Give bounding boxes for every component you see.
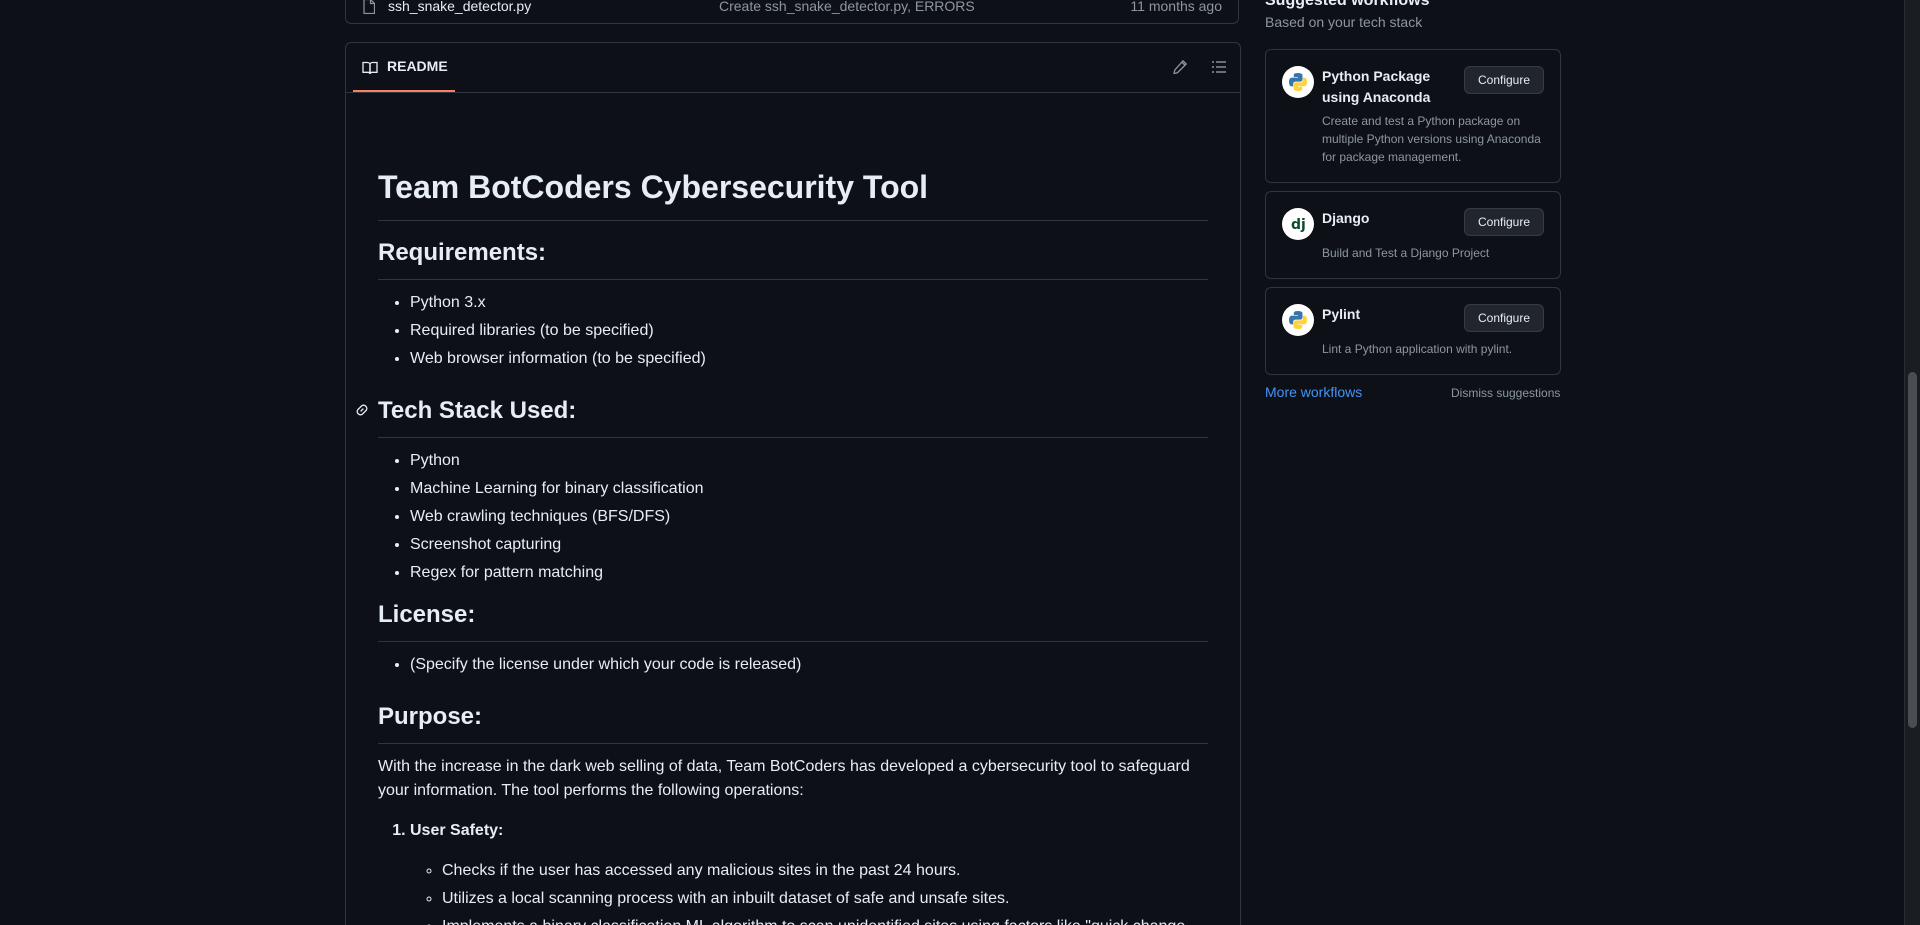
purpose-step-details: Checks if the user has accessed any mali…	[410, 859, 1208, 925]
heading-requirements: Requirements:	[378, 235, 1208, 280]
edit-readme-button[interactable]	[1168, 55, 1192, 79]
dismiss-suggestions-button[interactable]: Dismiss suggestions	[1451, 386, 1560, 400]
requirements-list: Python 3.x Required libraries (to be spec…	[378, 291, 706, 375]
readme-tab-label: README	[387, 58, 448, 74]
list-item: Utilizes a local scanning process with a…	[442, 887, 1208, 911]
svg-text:dj: dj	[1291, 217, 1306, 233]
file-icon	[363, 0, 375, 14]
outline-button[interactable]	[1207, 55, 1231, 79]
list-item: Screenshot capturing	[410, 533, 703, 557]
workflow-name[interactable]: Django	[1322, 208, 1452, 229]
readme-title: Team BotCoders Cybersecurity Tool	[378, 163, 1208, 221]
list-icon	[1212, 61, 1226, 73]
purpose-step: User Safety: Checks if the user has acces…	[410, 819, 1208, 925]
file-row[interactable]: ssh_snake_detector.py Create ssh_snake_d…	[346, 0, 1238, 18]
link-icon[interactable]	[354, 402, 370, 418]
workflow-description: Create and test a Python package on mult…	[1322, 114, 1541, 164]
workflow-description: Lint a Python application with pylint.	[1322, 342, 1513, 356]
list-item: Python 3.x	[410, 291, 706, 315]
book-icon	[362, 61, 378, 75]
configure-button[interactable]: Configure	[1464, 66, 1544, 94]
more-workflows-link[interactable]: More workflows	[1265, 384, 1362, 400]
purpose-step-label: User Safety:	[410, 822, 504, 839]
python-logo-icon	[1282, 66, 1314, 98]
file-name-link[interactable]: ssh_snake_detector.py	[388, 0, 531, 14]
heading-tech-stack: Tech Stack Used:	[356, 393, 1208, 438]
page: ssh_snake_detector.py Create ssh_snake_d…	[0, 0, 1920, 925]
list-item: Checks if the user has accessed any mali…	[442, 859, 1208, 883]
tab-readme[interactable]: README	[353, 43, 455, 92]
list-item: Implements a binary classification ML al…	[442, 915, 1208, 925]
workflow-card-pylint: Pylint Configure Lint a Python applicati…	[1265, 287, 1561, 375]
tech-stack-list: Python Machine Learning for binary classi…	[378, 449, 703, 589]
heading-license: License:	[378, 597, 1208, 642]
workflow-description: Build and Test a Django Project	[1322, 246, 1490, 260]
scrollbar-thumb[interactable]	[1908, 372, 1917, 728]
list-item: Regex for pattern matching	[410, 561, 703, 585]
file-list: ssh_snake_detector.py Create ssh_snake_d…	[345, 0, 1239, 24]
configure-button[interactable]: Configure	[1464, 208, 1544, 236]
license-list: (Specify the license under which your co…	[378, 653, 801, 681]
list-item: Machine Learning for binary classificati…	[410, 477, 703, 501]
workflow-card-django: dj Django Configure Build and Test a Dja…	[1265, 191, 1561, 279]
workflow-name[interactable]: Python Package using Anaconda	[1322, 66, 1452, 108]
suggested-workflows-subtitle: Based on your tech stack	[1265, 14, 1423, 30]
configure-button[interactable]: Configure	[1464, 304, 1544, 332]
list-item: Required libraries (to be specified)	[410, 319, 706, 343]
readme-panel: README Team BotCoders Cybersecurity Tool…	[345, 42, 1241, 925]
file-age: 11 months ago	[1130, 0, 1222, 14]
list-item: Python	[410, 449, 703, 473]
workflow-name[interactable]: Pylint	[1322, 304, 1452, 325]
readme-header: README	[346, 43, 1240, 93]
heading-purpose: Purpose:	[378, 699, 1208, 744]
purpose-ordered-list: User Safety: Checks if the user has acces…	[378, 819, 1208, 925]
pencil-icon	[1173, 60, 1187, 75]
suggested-workflows-title: Suggested workflows	[1265, 0, 1430, 9]
file-commit-message[interactable]: Create ssh_snake_detector.py, ERRORS	[719, 0, 975, 14]
list-item: Web browser information (to be specified…	[410, 347, 706, 371]
purpose-paragraph: With the increase in the dark web sellin…	[378, 758, 1190, 799]
workflow-card-anaconda: Python Package using Anaconda Configure …	[1265, 49, 1561, 183]
django-logo-icon: dj	[1282, 208, 1314, 240]
tech-stack-heading-text: Tech Stack Used:	[378, 397, 577, 424]
list-item: Web crawling techniques (BFS/DFS)	[410, 505, 703, 529]
list-item: (Specify the license under which your co…	[410, 653, 801, 677]
scrollbar-track[interactable]	[1904, 0, 1920, 925]
python-logo-icon	[1282, 304, 1314, 336]
